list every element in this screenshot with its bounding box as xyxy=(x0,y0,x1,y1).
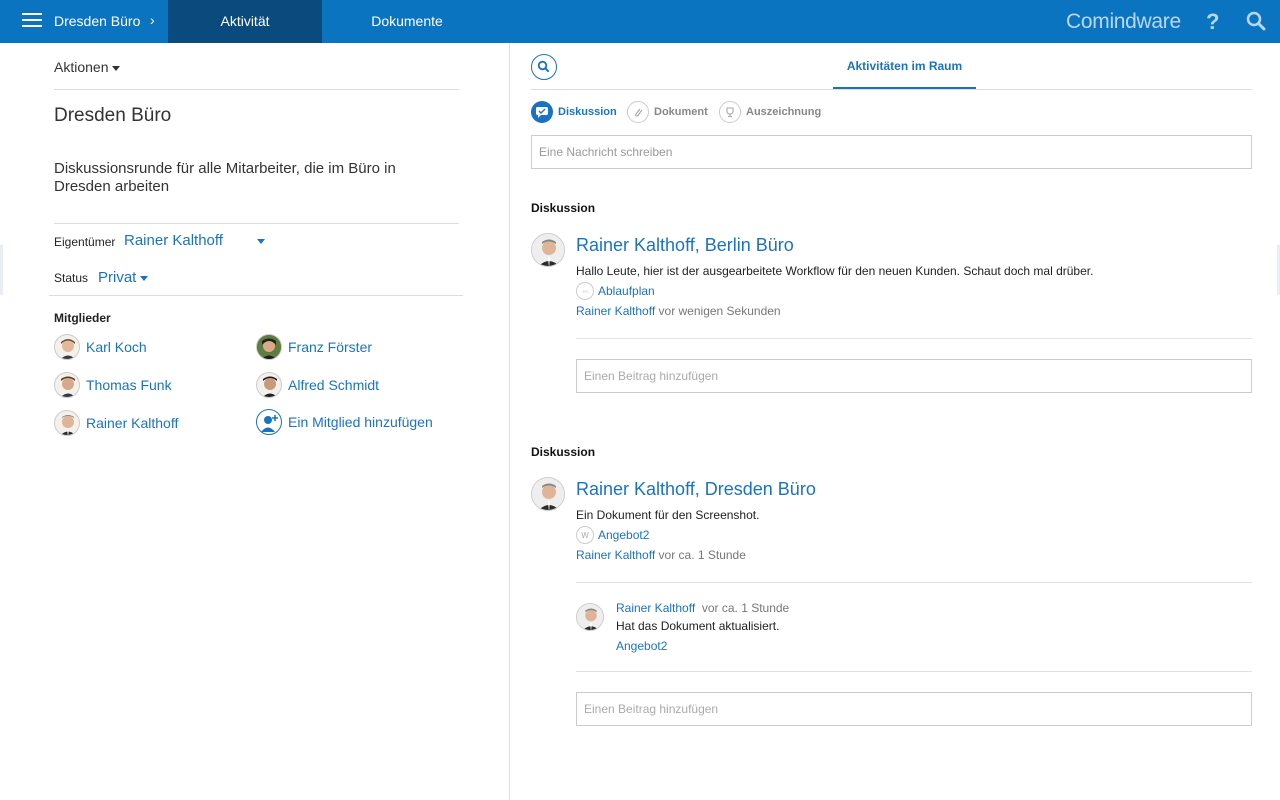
post-meta: Rainer Kalthoff vor wenigen Sekunden xyxy=(576,304,781,318)
status-value: Privat xyxy=(98,269,137,286)
member-name: Rainer Kalthoff xyxy=(86,415,179,431)
post-space-link[interactable]: Dresden Büro xyxy=(705,479,816,499)
comment-text: Hat das Dokument aktualisiert. xyxy=(616,619,780,633)
avatar xyxy=(54,334,80,360)
post-header: Rainer Kalthoff, Berlin Büro xyxy=(576,235,794,256)
avatar[interactable] xyxy=(531,477,565,511)
status-dropdown[interactable]: Privat xyxy=(98,269,149,286)
space-info-panel: Aktionen Dresden Büro Diskussionsrunde f… xyxy=(0,43,510,800)
divider xyxy=(576,338,1252,339)
chevron-right-icon: › xyxy=(150,12,155,28)
actions-dropdown[interactable]: Aktionen xyxy=(54,59,121,75)
divider xyxy=(576,671,1252,672)
owner-label: Eigentümer xyxy=(54,235,116,249)
caret-down-icon xyxy=(112,65,121,71)
tab-space-activities[interactable]: Aktivitäten im Raum xyxy=(833,51,976,90)
section-title: Diskussion xyxy=(531,201,596,215)
top-bar: Dresden Büro › Aktivität Dokumente Comin… xyxy=(0,0,1280,43)
brand-logo: Comindware xyxy=(1066,10,1181,33)
post-type-label: Auszeichnung xyxy=(746,106,822,118)
status-label: Status xyxy=(54,271,89,285)
owner-link[interactable]: Rainer Kalthoff xyxy=(124,232,223,249)
search-icon[interactable] xyxy=(1246,11,1266,31)
feed-search-button[interactable] xyxy=(531,54,557,80)
member-name: Thomas Funk xyxy=(86,377,172,393)
post-meta: Rainer Kalthoff vor ca. 1 Stunde xyxy=(576,548,746,562)
activity-feed: Aktivitäten im Raum Diskussion Dokument … xyxy=(510,43,1280,800)
member-item[interactable]: Alfred Schmidt xyxy=(256,372,379,398)
comment-time: vor ca. 1 Stunde xyxy=(701,601,790,615)
scroll-indicator xyxy=(0,245,3,295)
discussion-icon xyxy=(531,101,553,123)
avatar[interactable] xyxy=(531,233,565,267)
tab-documents[interactable]: Dokumente xyxy=(322,0,492,43)
attachment-link[interactable]: ◦◦ Ablaufplan xyxy=(576,282,655,300)
search-icon xyxy=(537,60,549,72)
post-type-award[interactable]: Auszeichnung xyxy=(719,101,821,123)
divider xyxy=(54,223,459,224)
member-name: Alfred Schmidt xyxy=(288,377,380,393)
owner-caret-icon[interactable] xyxy=(257,239,265,244)
members-title: Mitglieder xyxy=(54,311,111,325)
meta-author-link[interactable]: Rainer Kalthoff xyxy=(576,548,655,562)
post-author-link[interactable]: Rainer Kalthoff xyxy=(576,479,695,499)
reply-input[interactable]: Einen Beitrag hinzufügen xyxy=(576,692,1252,726)
word-document-icon: W xyxy=(576,526,594,544)
member-item[interactable]: Thomas Funk xyxy=(54,372,172,398)
caret-down-icon xyxy=(140,275,149,281)
post-header: Rainer Kalthoff, Dresden Büro xyxy=(576,479,816,500)
member-name: Karl Koch xyxy=(86,339,147,355)
member-item[interactable]: Rainer Kalthoff xyxy=(54,410,178,436)
divider xyxy=(54,89,459,90)
message-input[interactable]: Eine Nachricht schreiben xyxy=(531,135,1252,169)
post-text: Hallo Leute, hier ist der ausgearbeitete… xyxy=(576,264,1094,278)
meta-time: vor ca. 1 Stunde xyxy=(658,548,746,562)
separator: , xyxy=(694,235,705,255)
add-member-button[interactable]: Ein Mitglied hinzufügen xyxy=(256,409,433,435)
reply-input[interactable]: Einen Beitrag hinzufügen xyxy=(576,359,1252,393)
separator: , xyxy=(694,479,705,499)
avatar xyxy=(256,334,282,360)
space-name: Dresden Büro xyxy=(54,105,172,126)
hamburger-menu-icon[interactable] xyxy=(22,13,42,29)
space-description: Diskussionsrunde für alle Mitarbeiter, d… xyxy=(54,160,396,195)
divider xyxy=(531,89,1252,90)
member-name: Franz Förster xyxy=(288,339,373,355)
member-item[interactable]: Karl Koch xyxy=(54,334,147,360)
add-member-label: Ein Mitglied hinzufügen xyxy=(288,414,433,430)
attachment-name: Angebot2 xyxy=(598,528,650,542)
comment-meta: Rainer Kalthoff vor ca. 1 Stunde xyxy=(616,601,789,615)
post-space-link[interactable]: Berlin Büro xyxy=(705,235,794,255)
post-type-document[interactable]: Dokument xyxy=(627,101,708,123)
paperclip-icon xyxy=(627,101,649,123)
post-type-discussion[interactable]: Diskussion xyxy=(531,101,617,123)
meta-time: vor wenigen Sekunden xyxy=(658,304,781,318)
avatar[interactable] xyxy=(576,603,604,631)
divider xyxy=(576,582,1252,583)
comment-author-link[interactable]: Rainer Kalthoff xyxy=(616,601,695,615)
post-text: Ein Dokument für den Screenshot. xyxy=(576,508,760,522)
trophy-icon xyxy=(719,101,741,123)
comment-link[interactable]: Angebot2 xyxy=(616,639,667,653)
add-user-icon xyxy=(256,409,282,435)
avatar xyxy=(256,372,282,398)
avatar xyxy=(54,372,80,398)
member-item[interactable]: Franz Förster xyxy=(256,334,372,360)
avatar xyxy=(54,410,80,436)
divider xyxy=(49,295,463,296)
post-type-label: Diskussion xyxy=(558,106,617,118)
post-type-label: Dokument xyxy=(654,106,708,118)
actions-label: Aktionen xyxy=(54,59,109,75)
section-title: Diskussion xyxy=(531,445,596,459)
help-icon[interactable]: ? xyxy=(1206,0,1219,43)
tab-activity[interactable]: Aktivität xyxy=(168,0,322,43)
attachment-name: Ablaufplan xyxy=(598,284,655,298)
meta-author-link[interactable]: Rainer Kalthoff xyxy=(576,304,655,318)
space-title[interactable]: Dresden Büro xyxy=(54,0,140,43)
post-author-link[interactable]: Rainer Kalthoff xyxy=(576,235,695,255)
attachment-link[interactable]: W Angebot2 xyxy=(576,526,649,544)
workflow-icon: ◦◦ xyxy=(576,282,594,300)
